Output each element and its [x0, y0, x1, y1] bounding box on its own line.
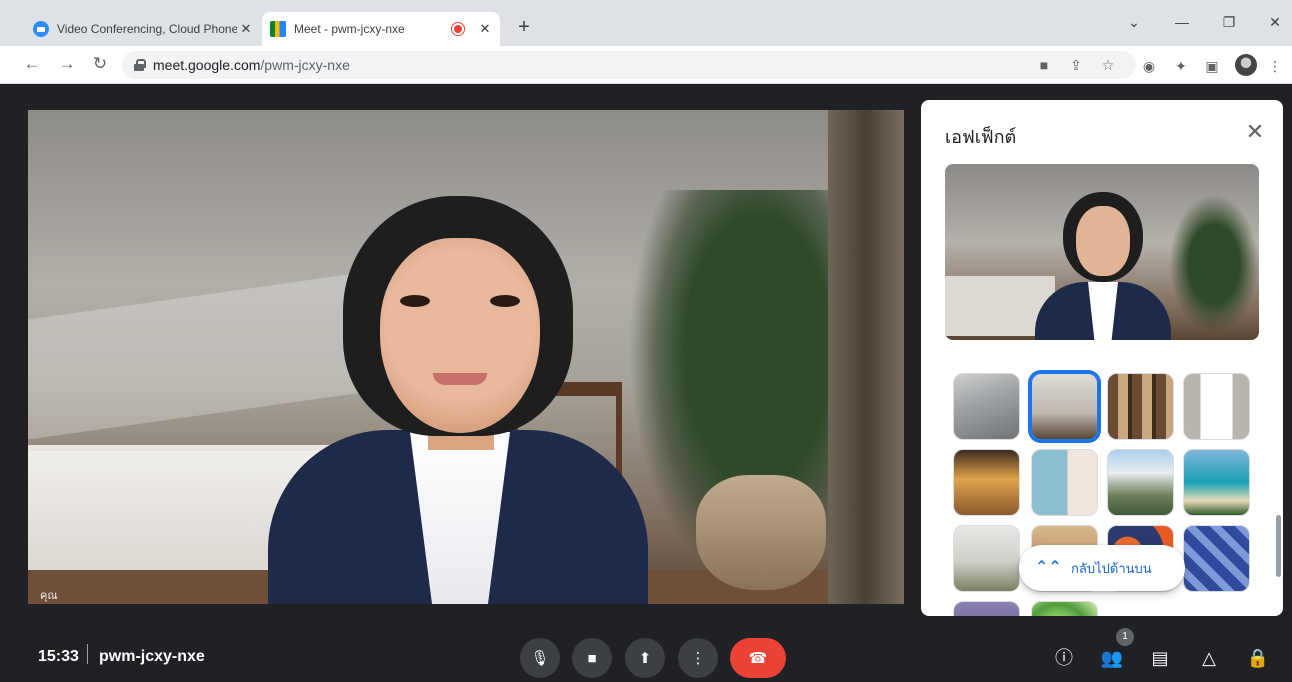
url-host: meet.google.com — [153, 57, 261, 73]
chat-button[interactable]: ▤ — [1146, 644, 1174, 672]
effects-preview — [945, 164, 1259, 340]
browser-toolbar: ← → ↻ meet.google.com /pwm-jcxy-nxe ■ ⇪ … — [0, 46, 1292, 84]
meeting-control-bar: 15:33 pwm-jcxy-nxe 🎙 ■ ⬆ ⋮ ☎ ⓘ 👥 1 ▤ △ 🔒 — [0, 620, 1292, 682]
info-icon: ⓘ — [1055, 648, 1073, 668]
people-button[interactable]: 👥 — [1098, 644, 1126, 672]
background-option-cafe[interactable] — [953, 449, 1020, 516]
background-option-library[interactable] — [1107, 373, 1174, 440]
background-option-pool[interactable] — [1031, 449, 1098, 516]
avatar-face — [380, 238, 540, 433]
microphone-button[interactable]: 🎙 — [520, 638, 560, 678]
preview-plant — [1169, 194, 1259, 334]
browser-menu-icon[interactable]: ⋮ — [1266, 57, 1284, 75]
profile-avatar[interactable] — [1235, 54, 1257, 76]
chat-icon: ▤ — [1151, 648, 1169, 668]
tab-zoom[interactable]: Video Conferencing, Cloud Phone ✕ — [25, 12, 261, 46]
browser-tab-strip: Video Conferencing, Cloud Phone ✕ Meet -… — [0, 0, 1292, 46]
background-option-purple[interactable] — [953, 601, 1020, 616]
self-name-label: คุณ — [40, 590, 58, 602]
double-chevron-up-icon: ⌃⌃ — [1035, 559, 1062, 576]
tab-search-icon[interactable]: ⌄ — [1124, 14, 1144, 31]
video-background-pot — [696, 475, 826, 590]
preview-avatar-face — [1076, 206, 1130, 276]
panel-scrollbar[interactable] — [1276, 515, 1281, 577]
forward-button[interactable]: → — [55, 52, 79, 76]
tab-title: Meet - pwm-jcxy-nxe — [294, 22, 405, 36]
participants-count-badge: 1 — [1116, 628, 1134, 646]
restore-button[interactable]: ❐ — [1219, 14, 1239, 31]
side-panel-icon[interactable]: ▣ — [1203, 57, 1221, 75]
avatar-eye — [400, 295, 430, 307]
clock-separator — [87, 644, 88, 664]
background-option-horses[interactable] — [953, 525, 1020, 592]
self-video-tile[interactable] — [28, 110, 904, 604]
camera-icon: ■ — [587, 649, 597, 667]
avatar-eye — [490, 295, 520, 307]
recording-indicator-icon — [452, 23, 464, 35]
url-path: /pwm-jcxy-nxe — [260, 57, 350, 73]
minimize-button[interactable]: — — [1172, 14, 1192, 30]
present-icon: ⬆ — [638, 650, 652, 667]
reload-button[interactable]: ↻ — [88, 52, 112, 76]
background-option-mountains[interactable] — [1107, 449, 1174, 516]
present-screen-button[interactable]: ⬆ — [625, 638, 665, 678]
panel-title: เอฟเฟ็กต์ — [945, 127, 1017, 147]
host-controls-shield-icon: 🔒 — [1246, 648, 1270, 668]
activities-icon: △ — [1202, 648, 1216, 668]
people-icon: 👥 — [1100, 648, 1124, 668]
background-option-office[interactable] — [953, 373, 1020, 440]
bookmark-star-icon[interactable]: ☆ — [1100, 57, 1116, 73]
tab-close-icon[interactable]: ✕ — [476, 20, 494, 38]
address-bar[interactable]: meet.google.com /pwm-jcxy-nxe ■ ⇪ ☆ — [122, 51, 1136, 79]
meeting-clock: 15:33 — [38, 648, 79, 665]
meeting-code: pwm-jcxy-nxe — [99, 648, 205, 665]
lock-icon[interactable] — [134, 59, 146, 71]
back-button[interactable]: ← — [20, 52, 44, 76]
end-call-button[interactable]: ☎ — [730, 638, 786, 678]
background-option-room-selected[interactable] — [1031, 373, 1098, 440]
tab-close-icon[interactable]: ✕ — [237, 20, 255, 38]
zoom-favicon-icon — [33, 21, 49, 37]
camera-in-use-icon[interactable]: ■ — [1036, 57, 1052, 73]
meet-favicon-icon — [270, 21, 286, 37]
back-to-top-label: กลับไปด้านบน — [1071, 560, 1152, 576]
effects-panel: เอฟเฟ็กต์ ✕ ⌃⌃ กลับไปด้านบน — [921, 100, 1283, 616]
share-icon[interactable]: ⇪ — [1068, 57, 1084, 73]
camera-button[interactable]: ■ — [572, 638, 612, 678]
screenshot-extension-icon[interactable]: ◉ — [1140, 57, 1158, 75]
background-option-shelf[interactable] — [1183, 373, 1250, 440]
window-close-button[interactable]: ✕ — [1265, 14, 1285, 31]
meeting-info-button[interactable]: ⓘ — [1050, 644, 1078, 672]
end-call-icon: ☎ — [748, 650, 768, 667]
new-tab-button[interactable]: + — [514, 16, 534, 40]
tab-meet[interactable]: Meet - pwm-jcxy-nxe ✕ — [262, 12, 500, 46]
activities-button[interactable]: △ — [1195, 644, 1223, 672]
video-background-curtain — [828, 110, 904, 604]
tab-title: Video Conferencing, Cloud Phone — [57, 22, 237, 36]
background-option-leaves[interactable] — [1183, 525, 1250, 592]
background-option-green[interactable] — [1031, 601, 1098, 616]
more-vertical-icon: ⋮ — [690, 650, 706, 667]
host-controls-button[interactable]: 🔒 — [1244, 644, 1272, 672]
back-to-top-button[interactable]: ⌃⌃ กลับไปด้านบน — [1019, 545, 1185, 591]
microphone-icon: 🎙 — [530, 650, 550, 667]
avatar-mouth — [433, 373, 487, 385]
extensions-puzzle-icon[interactable]: ✦ — [1172, 57, 1190, 75]
panel-close-button[interactable]: ✕ — [1243, 120, 1267, 144]
background-option-beach[interactable] — [1183, 449, 1250, 516]
more-options-button[interactable]: ⋮ — [678, 638, 718, 678]
